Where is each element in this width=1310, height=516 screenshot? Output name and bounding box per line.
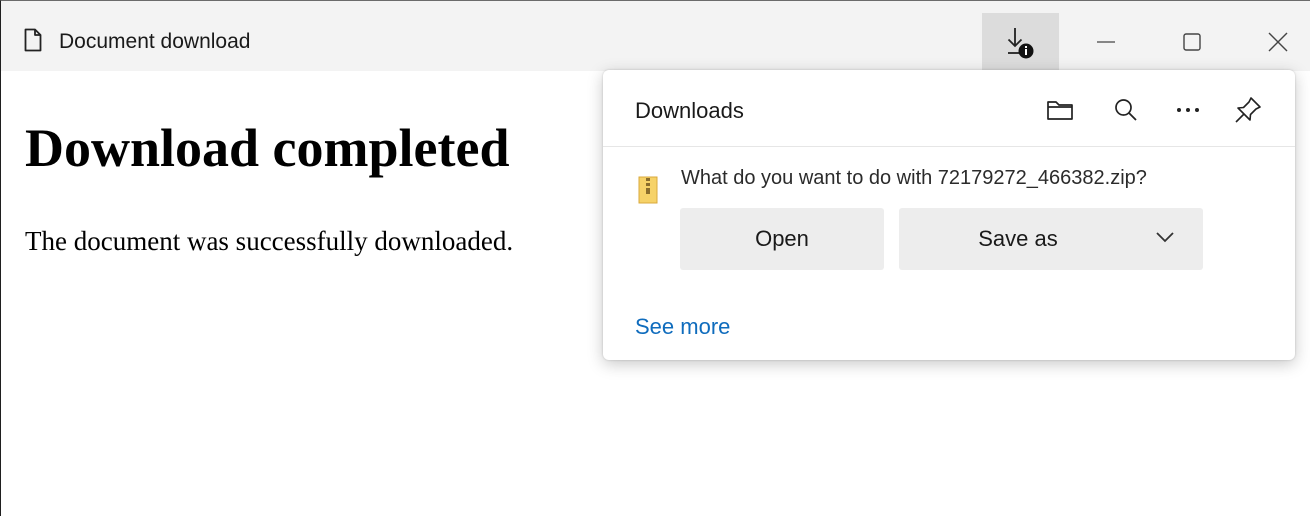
save-as-label: Save as <box>978 226 1058 251</box>
open-button-label: Open <box>755 226 809 251</box>
folder-icon <box>1047 101 1073 120</box>
open-downloads-folder-button[interactable] <box>1040 90 1080 130</box>
more-options-button[interactable] <box>1168 90 1208 130</box>
browser-window: Document download Download completed The… <box>0 0 1310 516</box>
flyout-divider <box>603 146 1295 147</box>
zip-file-icon <box>638 176 658 204</box>
pin-downloads-button[interactable] <box>1228 90 1268 130</box>
download-info-icon <box>1007 28 1033 59</box>
minimize-button[interactable] <box>1081 13 1131 71</box>
close-icon <box>1268 32 1288 52</box>
save-as-button[interactable]: Save as <box>899 208 1203 270</box>
page-heading: Download completed <box>25 118 510 178</box>
title-bar: Document download <box>1 1 1310 71</box>
downloads-flyout: Downloads What do you want to do with 72… <box>603 70 1295 360</box>
maximize-icon <box>1183 33 1201 51</box>
open-button[interactable]: Open <box>680 208 884 270</box>
more-icon <box>1177 108 1199 112</box>
downloads-button[interactable] <box>982 13 1059 71</box>
close-button[interactable] <box>1253 13 1303 71</box>
pin-icon <box>1235 97 1261 123</box>
search-icon <box>1115 99 1137 121</box>
download-prompt: What do you want to do with 72179272_466… <box>681 167 1147 189</box>
minimize-icon <box>1097 41 1115 43</box>
maximize-button[interactable] <box>1167 13 1217 71</box>
downloads-title: Downloads <box>635 98 744 123</box>
window-title: Document download <box>59 30 251 53</box>
see-more-link[interactable]: See more <box>635 313 730 341</box>
page-message: The document was successfully downloaded… <box>25 226 514 256</box>
chevron-down-icon[interactable] <box>1155 230 1175 244</box>
search-downloads-button[interactable] <box>1106 90 1146 130</box>
page-icon <box>24 28 42 52</box>
